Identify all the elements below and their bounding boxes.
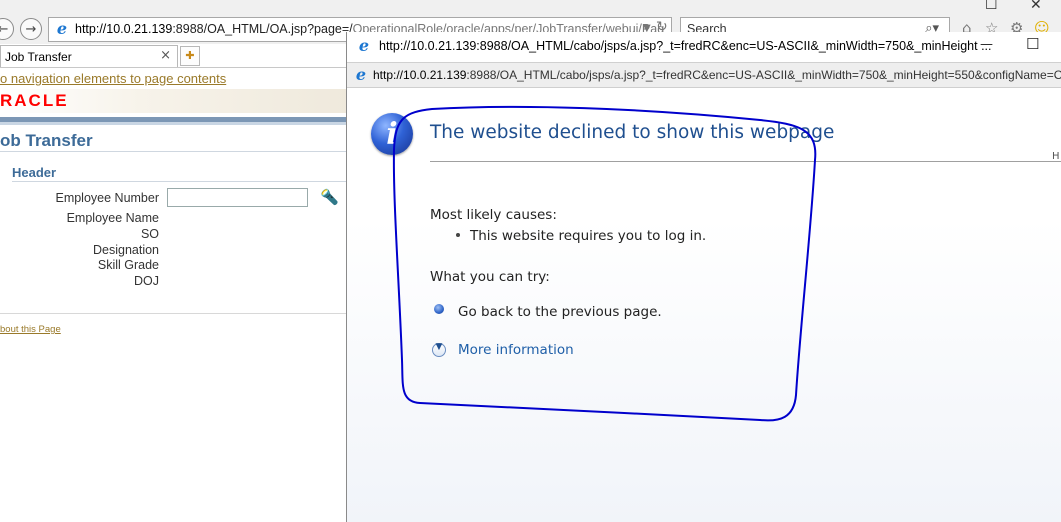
label-doj: DOJ	[134, 274, 159, 288]
info-icon: i	[371, 113, 413, 155]
causes-heading: Most likely causes:	[430, 207, 557, 223]
label-so: SO	[140, 227, 159, 241]
forward-button[interactable]: →	[20, 18, 42, 40]
browser-tab-job-transfer[interactable]: Job Transfer ×	[0, 45, 178, 68]
footer-divider	[0, 313, 350, 314]
tab-divider	[0, 67, 350, 68]
label-skill-grade: Skill Grade	[97, 258, 159, 272]
close-window-icon[interactable]: ✕	[1030, 0, 1042, 13]
tab-label: Job Transfer	[5, 50, 72, 64]
popup-title-text: http://10.0.21.139:8988/OA_HTML/cabo/jsp…	[379, 39, 992, 53]
title-divider	[0, 151, 350, 152]
section-header: Header	[12, 165, 57, 180]
section-divider	[12, 181, 350, 182]
minimize-button[interactable]: —	[980, 37, 993, 52]
popup-address-bar[interactable]: e http://10.0.21.139:8988/OA_HTML/cabo/j…	[347, 62, 1061, 88]
new-tab-button[interactable]: ✚	[180, 46, 200, 66]
skip-navigation-link[interactable]: o navigation elements to page contents	[0, 71, 226, 86]
ie-logo-icon: e	[358, 36, 370, 55]
label-employee-number: Employee Number	[55, 191, 159, 205]
restore-window-icon[interactable]: ☐	[985, 0, 998, 13]
employee-number-input[interactable]	[167, 188, 308, 207]
popup-window: e http://10.0.21.139:8988/OA_HTML/cabo/j…	[346, 32, 1061, 522]
new-tab-icon: ✚	[185, 49, 195, 62]
error-page: i The website declined to show this webp…	[347, 89, 1061, 522]
ie-logo-icon: e	[56, 19, 68, 38]
bullet-orb-icon	[434, 304, 444, 314]
cut-off-text: H	[1052, 151, 1060, 162]
label-designation: Designation	[92, 243, 159, 257]
arrow-left-icon: ←	[0, 22, 9, 37]
error-heading: The website declined to show this webpag…	[430, 122, 835, 143]
search-flashlight-icon[interactable]: 🔦	[320, 188, 339, 206]
employee-field-labels: Employee Number Employee Name SO Designa…	[0, 191, 159, 291]
page-title: ob Transfer	[0, 131, 93, 150]
oracle-logo: RACLE	[0, 91, 69, 110]
more-information-link[interactable]: More information	[458, 342, 574, 358]
try-heading: What you can try:	[430, 269, 550, 285]
header-light-bar	[0, 122, 350, 125]
ie-logo-icon: e	[355, 65, 367, 84]
arrow-right-icon: →	[25, 22, 37, 37]
back-button[interactable]: ←	[0, 18, 14, 40]
popup-address-text: http://10.0.21.139:8988/OA_HTML/cabo/jsp…	[373, 68, 1061, 82]
heading-divider	[430, 161, 1061, 162]
expand-chevron-icon[interactable]: ▼	[432, 342, 446, 357]
label-employee-name: Employee Name	[66, 211, 159, 225]
go-back-suggestion: Go back to the previous page.	[458, 304, 662, 320]
bullet-icon	[456, 233, 460, 237]
tab-close-icon[interactable]: ×	[160, 48, 171, 63]
popup-title-bar: e http://10.0.21.139:8988/OA_HTML/cabo/j…	[347, 32, 1061, 62]
maximize-button[interactable]: ☐	[1026, 35, 1039, 53]
about-this-page-link[interactable]: bout this Page	[0, 324, 61, 335]
cause-item: This website requires you to log in.	[470, 228, 707, 244]
